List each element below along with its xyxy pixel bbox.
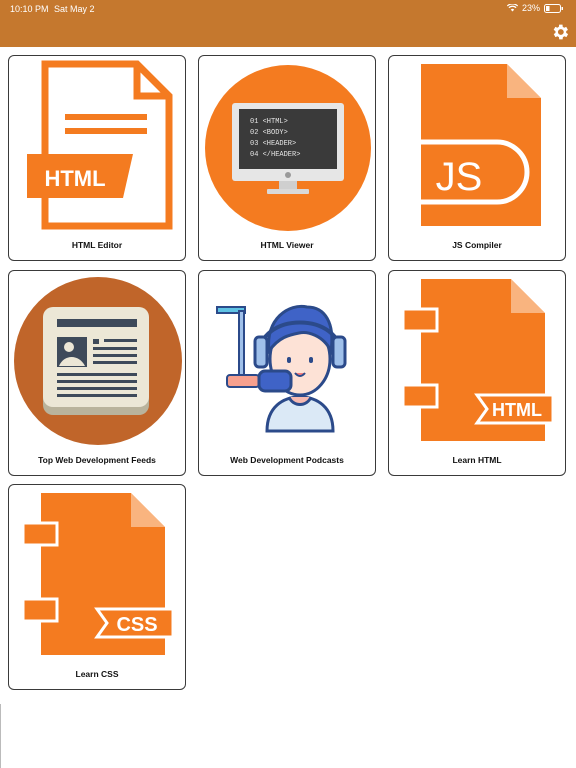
tile-web-podcasts[interactable]: Web Development Podcasts bbox=[198, 270, 376, 476]
status-indicators: 23% bbox=[506, 3, 564, 13]
monitor-code-icon: 01 <HTML> 02 <BODY> 03 <HEADER> 04 </HEA… bbox=[205, 65, 371, 231]
newspaper-icon bbox=[14, 277, 182, 445]
code-line-3: 03 <HEADER> bbox=[250, 140, 296, 148]
app-header: 10:10 PM Sat May 2 23% bbox=[0, 0, 576, 47]
status-date: Sat May 2 bbox=[54, 4, 95, 14]
tile-label: Learn HTML bbox=[452, 455, 502, 465]
gear-icon[interactable] bbox=[550, 22, 570, 42]
css-notebook-icon: CSS bbox=[21, 493, 175, 655]
code-line-2: 02 <BODY> bbox=[250, 129, 288, 137]
js-badge-text: JS bbox=[436, 155, 483, 199]
html-file-icon: HTML bbox=[27, 60, 173, 230]
html-badge-text: HTML bbox=[492, 400, 542, 420]
battery-percent: 23% bbox=[521, 3, 540, 13]
tile-label: HTML Viewer bbox=[260, 240, 314, 250]
divider bbox=[0, 704, 1, 768]
tile-html-viewer[interactable]: 01 <HTML> 02 <BODY> 03 <HEADER> 04 </HEA… bbox=[198, 55, 376, 261]
podcaster-icon bbox=[216, 304, 347, 433]
tile-label: Learn CSS bbox=[75, 669, 119, 679]
tile-learn-css[interactable]: CSS Learn CSS bbox=[8, 484, 186, 690]
tile-label: JS Compiler bbox=[452, 240, 502, 250]
status-time: 10:10 PM bbox=[10, 4, 49, 14]
tile-js-compiler[interactable]: JS JS Compiler bbox=[388, 55, 566, 261]
tile-label: Top Web Development Feeds bbox=[38, 455, 156, 465]
wifi-icon bbox=[506, 4, 518, 12]
tile-label: HTML Editor bbox=[71, 240, 123, 250]
css-badge-text: CSS bbox=[116, 614, 157, 636]
battery-icon bbox=[544, 3, 563, 13]
tile-web-feeds[interactable]: Top Web Development Feeds bbox=[8, 270, 186, 476]
js-file-icon: JS bbox=[412, 64, 541, 226]
code-line-4: 04 </HEADER> bbox=[250, 151, 300, 159]
code-line-1: 01 <HTML> bbox=[250, 118, 288, 126]
tile-html-editor[interactable]: HTML HTML Editor bbox=[8, 55, 186, 261]
html-badge-text: HTML bbox=[44, 166, 105, 191]
tile-learn-html[interactable]: HTML Learn HTML bbox=[388, 270, 566, 476]
tile-label: Web Development Podcasts bbox=[230, 455, 344, 465]
html-notebook-icon: HTML bbox=[401, 279, 555, 441]
